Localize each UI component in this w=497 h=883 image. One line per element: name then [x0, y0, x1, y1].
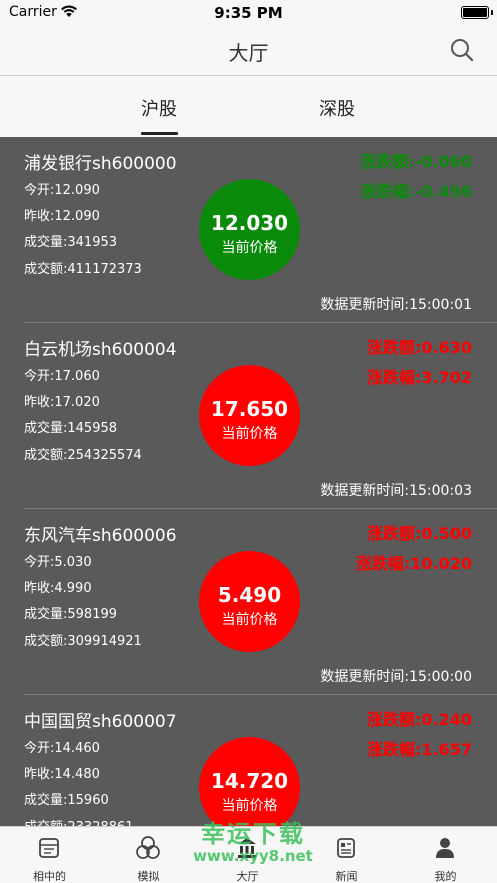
tab-shenzhen[interactable]: 深股 — [319, 95, 355, 121]
stock-turnover: 成交额:254325574 — [24, 448, 142, 463]
bottom-tab-label: 模拟 — [137, 870, 160, 883]
stock-card[interactable]: 浦发银行sh600000 今开:12.090 昨收:12.090 成交量:341… — [0, 137, 497, 323]
price-circle: 17.650 当前价格 — [199, 365, 300, 466]
tab-selected-indicator — [141, 132, 178, 135]
stock-open: 今开:12.090 — [24, 183, 100, 198]
news-icon — [337, 838, 355, 858]
current-price: 14.720 — [210, 769, 289, 793]
bottom-tab-label: 新闻 — [335, 870, 358, 883]
bottom-tab-label: 我的 — [434, 870, 457, 883]
current-price: 17.650 — [210, 397, 289, 421]
change-amount: 涨跌额:0.240 — [366, 710, 472, 729]
stock-card[interactable]: 白云机场sh600004 今开:17.060 昨收:17.020 成交量:145… — [0, 323, 497, 509]
change-percent: 涨跌幅:3.702 — [366, 368, 472, 387]
person-icon — [436, 838, 454, 858]
change-amount: 涨跌额:-0.060 — [360, 152, 472, 171]
stock-open: 今开:17.060 — [24, 369, 100, 384]
change-amount: 涨跌额:0.630 — [366, 338, 472, 357]
battery-icon — [461, 6, 489, 19]
stock-card[interactable]: 东风汽车sh600006 今开:5.030 昨收:4.990 成交量:59819… — [0, 509, 497, 695]
bottom-tab-simulate[interactable]: 模拟 — [99, 827, 198, 883]
stock-turnover: 成交额:309914921 — [24, 634, 142, 649]
stock-open: 今开:5.030 — [24, 555, 92, 570]
stock-name: 浦发银行sh600000 — [24, 154, 177, 174]
price-circle: 12.030 当前价格 — [199, 179, 300, 280]
stock-card[interactable]: 中国国贸sh600007 今开:14.460 昨收:14.480 成交量:159… — [0, 695, 497, 826]
bank-icon — [238, 838, 256, 858]
stock-name: 白云机场sh600004 — [24, 340, 177, 360]
calendar-icon — [39, 838, 59, 858]
bottom-tab-hall[interactable]: 大厅 — [198, 827, 297, 883]
current-price-label: 当前价格 — [221, 798, 278, 814]
bottom-tab-label: 相中的 — [33, 870, 66, 883]
change-percent: 涨跌幅:1.657 — [366, 740, 472, 759]
circles-icon — [136, 836, 160, 859]
stock-prev-close: 昨收:12.090 — [24, 209, 100, 224]
update-time: 数据更新时间:15:00:03 — [320, 483, 472, 499]
stock-turnover: 成交额:411172373 — [24, 262, 142, 277]
price-circle: 5.490 当前价格 — [199, 551, 300, 652]
bottom-tab-news[interactable]: 新闻 — [297, 827, 396, 883]
stock-list[interactable]: 浦发银行sh600000 今开:12.090 昨收:12.090 成交量:341… — [0, 137, 497, 826]
stock-turnover: 成交额:23328861 — [24, 816, 134, 826]
bottom-tab-mine[interactable]: 我的 — [396, 827, 495, 883]
current-price-label: 当前价格 — [221, 426, 278, 442]
current-price-label: 当前价格 — [221, 240, 278, 256]
nav-bar: 大厅 — [0, 26, 497, 76]
change-percent: 涨跌幅:-0.496 — [360, 182, 472, 201]
tab-shanghai[interactable]: 沪股 — [141, 95, 177, 121]
stock-volume: 成交量:598199 — [24, 607, 118, 622]
update-time: 数据更新时间:15:00:00 — [320, 669, 472, 685]
search-icon[interactable] — [449, 37, 475, 63]
change-amount: 涨跌额:0.500 — [366, 524, 472, 543]
stock-name: 东风汽车sh600006 — [24, 526, 177, 546]
market-tab-bar: 沪股 深股 — [0, 77, 497, 137]
price-circle: 14.720 当前价格 — [199, 737, 300, 826]
stock-volume: 成交量:15960 — [24, 793, 109, 808]
stock-prev-close: 昨收:17.020 — [24, 395, 100, 410]
stock-open: 今开:14.460 — [24, 741, 100, 756]
stock-volume: 成交量:341953 — [24, 235, 118, 250]
change-percent: 涨跌幅:10.020 — [355, 554, 472, 573]
bottom-tab-label: 大厅 — [236, 870, 259, 883]
status-bar: Carrier 9:35 PM — [0, 0, 497, 26]
bottom-tab-watchlist[interactable]: 相中的 — [0, 827, 99, 883]
stock-prev-close: 昨收:4.990 — [24, 581, 92, 596]
bottom-tab-bar: 相中的 模拟 大厅 新闻 我的 — [0, 826, 497, 883]
stock-volume: 成交量:145958 — [24, 421, 118, 436]
current-price-label: 当前价格 — [221, 612, 278, 628]
status-time: 9:35 PM — [214, 4, 283, 22]
stock-prev-close: 昨收:14.480 — [24, 767, 100, 782]
battery-cap — [491, 10, 493, 15]
current-price: 12.030 — [210, 211, 289, 235]
update-time: 数据更新时间:15:00:01 — [320, 297, 472, 313]
page-title: 大厅 — [228, 41, 269, 65]
stock-name: 中国国贸sh600007 — [24, 712, 177, 732]
current-price: 5.490 — [217, 583, 282, 607]
